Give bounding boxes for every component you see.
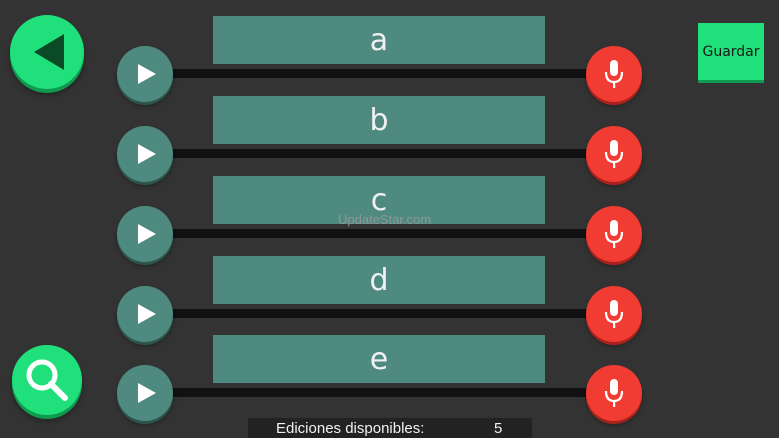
microphone-icon (604, 379, 624, 407)
play-button[interactable] (117, 206, 173, 262)
item-label-box[interactable]: b (213, 96, 545, 144)
editions-footer: Ediciones disponibles: 5 (248, 418, 532, 438)
search-button[interactable] (12, 345, 82, 415)
editions-count: 5 (494, 420, 503, 437)
play-icon (138, 224, 156, 244)
watermark: UpdateStar.com (338, 212, 432, 227)
audio-track (160, 149, 600, 158)
list-item: e (0, 335, 779, 421)
microphone-icon (604, 60, 624, 88)
item-label-box[interactable]: a (213, 16, 545, 64)
item-label: a (369, 22, 389, 58)
audio-track (160, 309, 600, 318)
play-icon (138, 64, 156, 84)
item-label-box[interactable]: e (213, 335, 545, 383)
record-button[interactable] (586, 46, 642, 102)
play-icon (138, 304, 156, 324)
microphone-icon (604, 220, 624, 248)
microphone-icon (604, 140, 624, 168)
play-button[interactable] (117, 46, 173, 102)
play-button[interactable] (117, 365, 173, 421)
play-button[interactable] (117, 126, 173, 182)
audio-track (160, 388, 600, 397)
record-button[interactable] (586, 286, 642, 342)
play-icon (138, 144, 156, 164)
record-button[interactable] (586, 126, 642, 182)
list-item: b (0, 96, 779, 182)
play-button[interactable] (117, 286, 173, 342)
item-label: e (369, 341, 389, 377)
play-icon (138, 383, 156, 403)
item-label: d (369, 262, 389, 298)
list-item: a (0, 16, 779, 102)
microphone-icon (604, 300, 624, 328)
record-button[interactable] (586, 365, 642, 421)
item-label-box[interactable]: d (213, 256, 545, 304)
audio-track (160, 69, 600, 78)
record-button[interactable] (586, 206, 642, 262)
item-label: b (369, 102, 389, 138)
search-icon (26, 359, 68, 401)
list-item: d (0, 256, 779, 342)
editions-label: Ediciones disponibles: (276, 420, 425, 437)
audio-track (160, 229, 600, 238)
